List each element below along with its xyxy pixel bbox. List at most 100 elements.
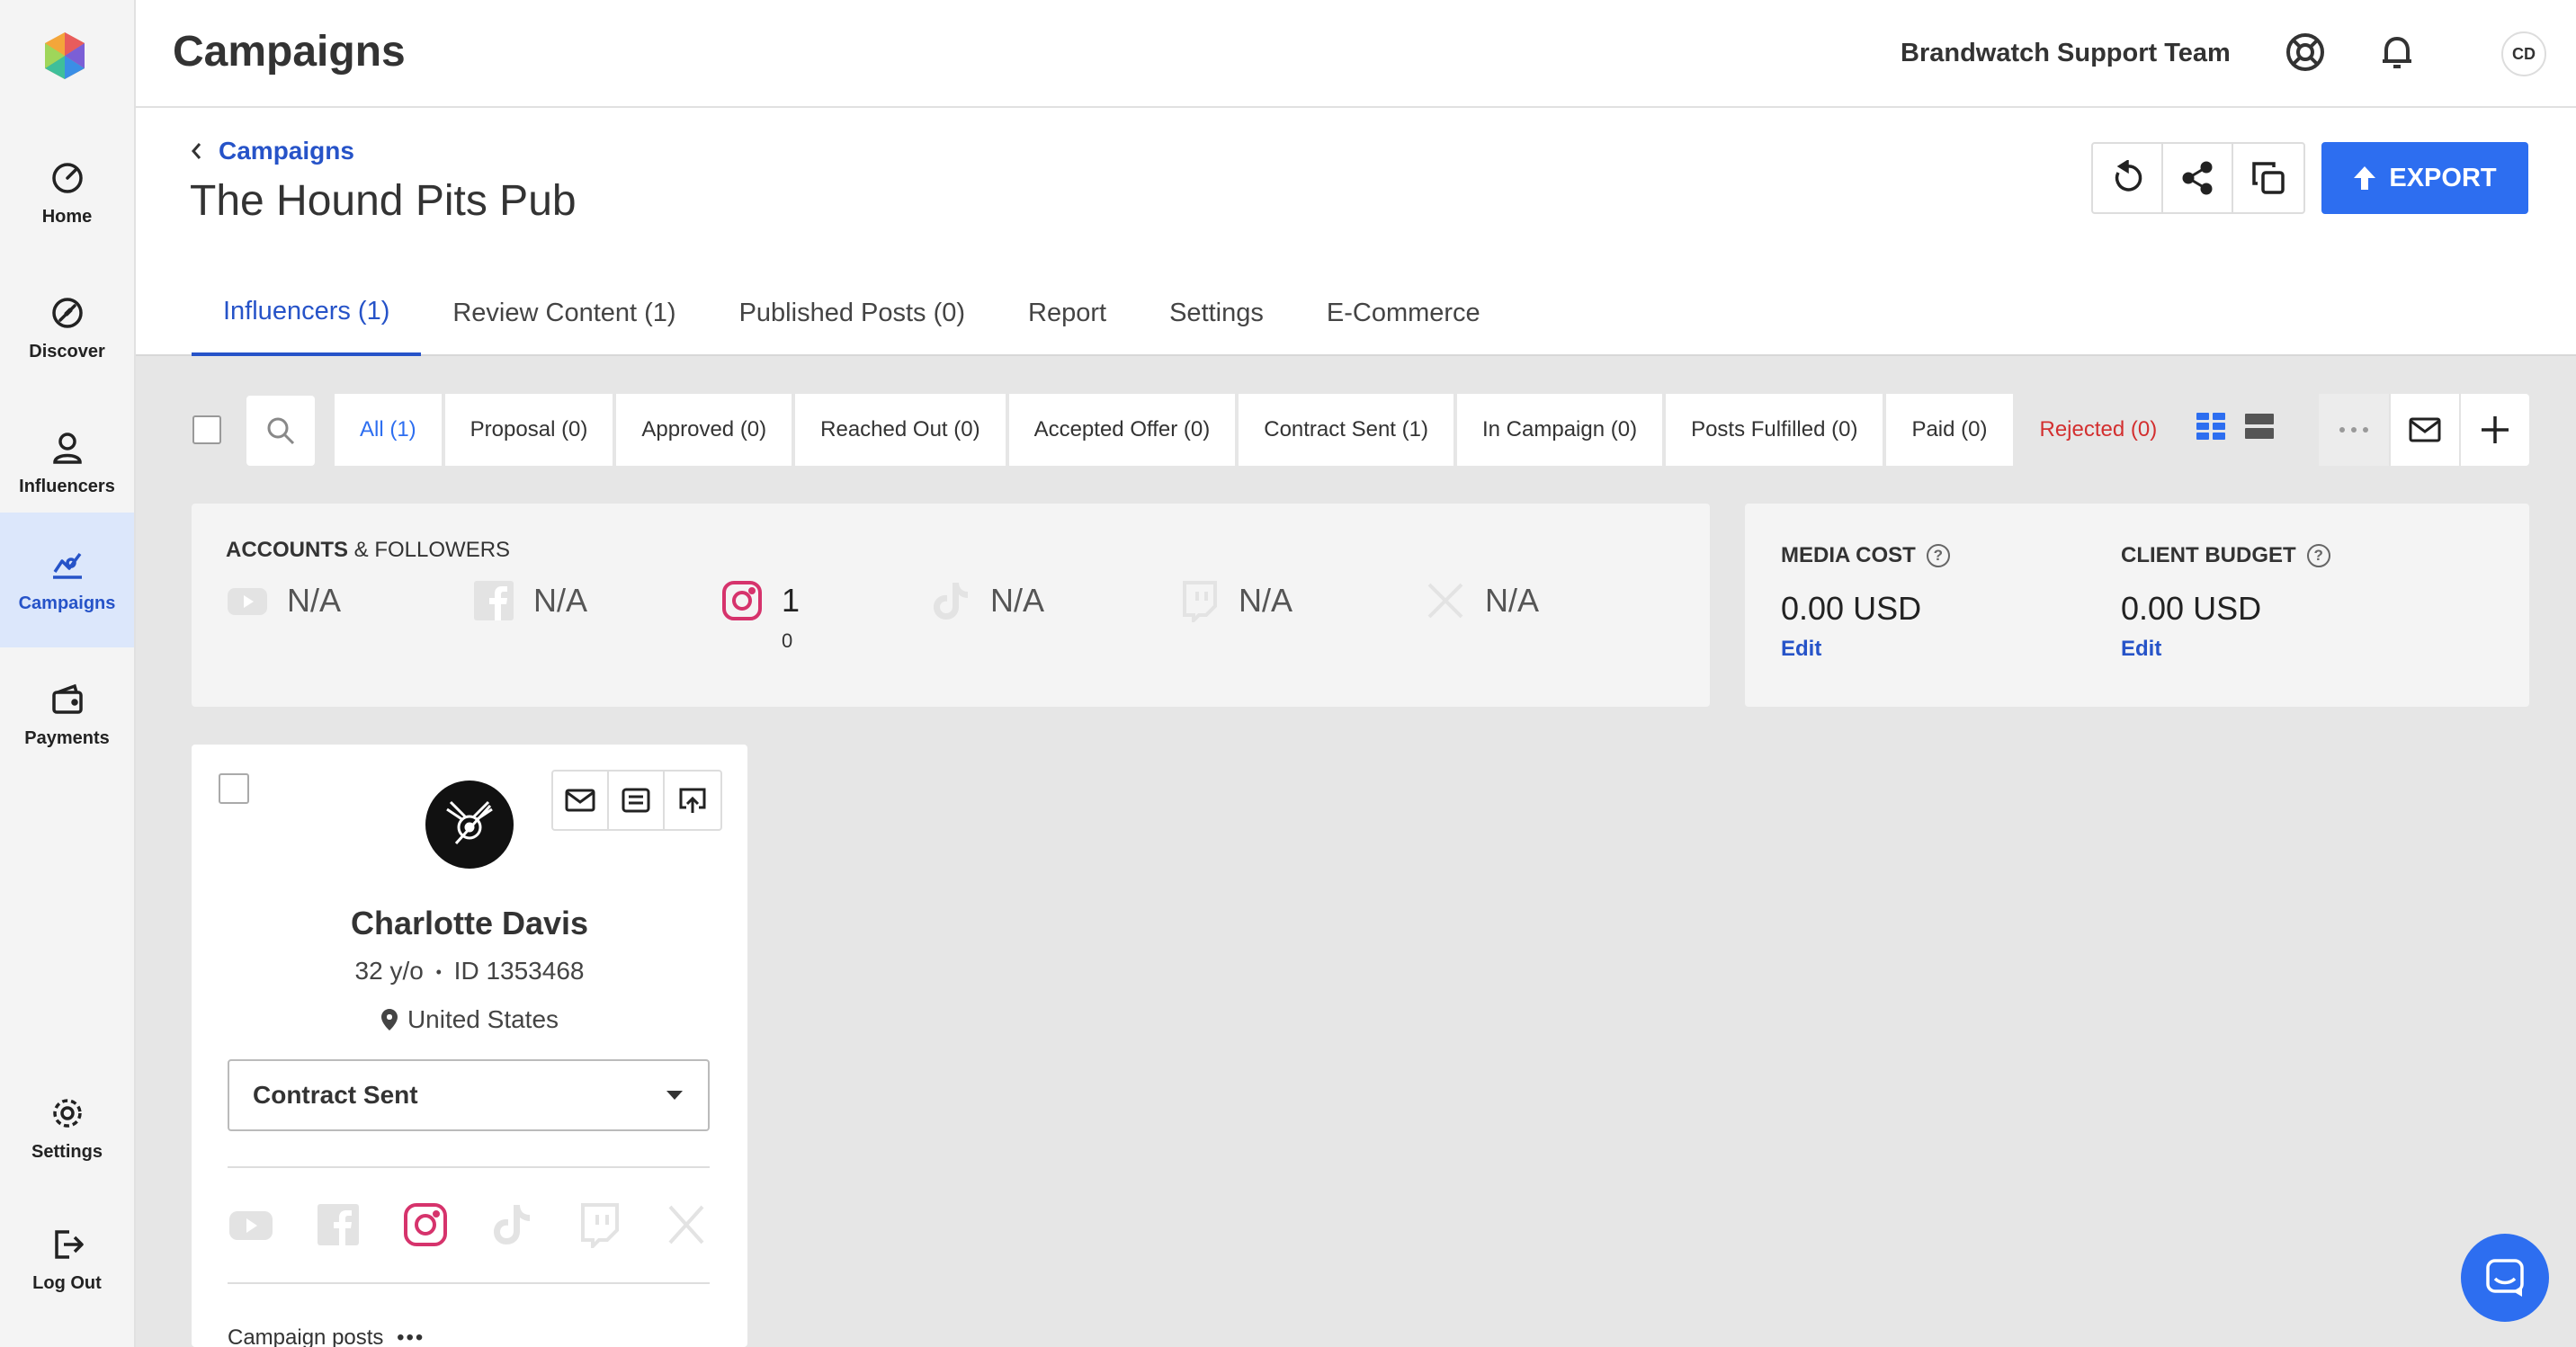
duplicate-button[interactable] — [2233, 144, 2303, 212]
notes-button[interactable] — [609, 772, 665, 829]
view-toggle — [2195, 410, 2276, 442]
stage-contract-sent[interactable]: Contract Sent (1) — [1239, 394, 1453, 466]
more-options-button[interactable] — [2319, 394, 2389, 466]
note-icon — [622, 788, 650, 813]
account-value: N/A — [1485, 582, 1540, 619]
influencer-select-checkbox[interactable] — [219, 773, 249, 804]
account-instagram: 1 0 — [720, 579, 800, 652]
chat-icon — [2486, 1259, 2524, 1297]
influencer-age: 32 y/o — [354, 957, 424, 985]
list-view-icon[interactable] — [2243, 410, 2276, 442]
stage-proposal[interactable]: Proposal (0) — [444, 394, 613, 466]
home-gauge-icon — [51, 162, 83, 193]
select-all-checkbox[interactable] — [192, 415, 221, 444]
accounts-heading-rest: & FOLLOWERS — [348, 538, 511, 562]
tab-settings[interactable]: Settings — [1138, 270, 1295, 356]
search-button[interactable] — [246, 396, 315, 466]
tab-influencers[interactable]: Influencers (1) — [192, 270, 422, 356]
export-button[interactable]: EXPORT — [2321, 142, 2528, 214]
stage-in-campaign[interactable]: In Campaign (0) — [1456, 394, 1663, 466]
sidebar-item-discover[interactable]: Discover — [0, 261, 134, 396]
account-value: N/A — [990, 582, 1045, 619]
bulk-email-button[interactable] — [2389, 394, 2459, 466]
location-pin-icon — [380, 1009, 398, 1030]
stage-approved[interactable]: Approved (0) — [616, 394, 792, 466]
influencer-location: United States — [192, 1005, 747, 1034]
account-facebook: N/A — [472, 579, 587, 622]
chat-support-button[interactable] — [2461, 1234, 2549, 1322]
email-influencer-button[interactable] — [553, 772, 609, 829]
mail-icon — [565, 789, 595, 812]
discover-icon — [51, 297, 83, 328]
tiktok-icon[interactable] — [488, 1201, 535, 1248]
stage-reached-out[interactable]: Reached Out (0) — [795, 394, 1006, 466]
breadcrumb-link[interactable]: Campaigns — [219, 137, 354, 165]
user-avatar[interactable]: CD — [2501, 31, 2546, 76]
stage-rejected[interactable]: Rejected (0) — [2017, 394, 2170, 466]
instagram-icon[interactable] — [402, 1201, 449, 1248]
help-icon[interactable]: ? — [1926, 544, 1950, 567]
tab-published-posts[interactable]: Published Posts (0) — [708, 270, 997, 356]
twitch-icon — [1183, 581, 1217, 622]
app-logo[interactable] — [41, 31, 88, 81]
sidebar-item-label: Settings — [31, 1141, 103, 1162]
account-value: N/A — [1239, 582, 1293, 619]
client-budget-edit-link[interactable]: Edit — [2121, 637, 2330, 662]
instagram-icon — [722, 581, 762, 620]
influencer-card[interactable]: Charlotte Davis 32 y/o • ID 1353468 Unit… — [192, 745, 747, 1347]
add-influencer-button[interactable] — [2459, 394, 2529, 466]
x-icon[interactable] — [663, 1201, 710, 1248]
stage-accepted-offer[interactable]: Accepted Offer (0) — [1008, 394, 1236, 466]
account-value: N/A — [533, 582, 588, 619]
tab-review-content[interactable]: Review Content (1) — [421, 270, 707, 356]
campaign-posts-menu[interactable]: ••• — [397, 1325, 425, 1347]
location-label: United States — [407, 1005, 559, 1033]
avatar-emblem-icon — [446, 800, 493, 845]
send-content-button[interactable] — [665, 772, 720, 829]
influencer-avatar[interactable] — [425, 781, 514, 869]
breadcrumb[interactable]: Campaigns — [190, 137, 354, 165]
client-budget-label-row: CLIENT BUDGET ? — [2121, 543, 2330, 568]
sidebar-item-logout[interactable]: Log Out — [0, 1192, 134, 1327]
stage-dropdown-value: Contract Sent — [253, 1081, 418, 1109]
team-selector[interactable]: Brandwatch Support Team — [1901, 39, 2231, 68]
card-divider — [228, 1166, 710, 1168]
stage-all[interactable]: All (1) — [335, 394, 442, 466]
sidebar-item-campaigns[interactable]: Campaigns — [0, 513, 134, 647]
sidebar-item-label: Influencers — [19, 476, 115, 496]
sidebar-item-payments[interactable]: Payments — [0, 647, 134, 782]
tab-report[interactable]: Report — [997, 270, 1138, 356]
share-button[interactable] — [2163, 144, 2233, 212]
media-cost-label: MEDIA COST — [1781, 543, 1916, 567]
facebook-icon[interactable] — [315, 1201, 362, 1248]
media-cost-label-row: MEDIA COST ? — [1781, 543, 1950, 568]
twitch-icon[interactable] — [576, 1201, 622, 1248]
sidebar-item-settings[interactable]: Settings — [0, 1061, 134, 1196]
youtube-icon[interactable] — [228, 1201, 274, 1248]
sidebar-item-label: Discover — [29, 341, 105, 361]
gear-icon — [52, 1098, 82, 1128]
plus-icon — [2482, 416, 2509, 443]
stage-dropdown[interactable]: Contract Sent — [228, 1059, 710, 1131]
media-cost-edit-link[interactable]: Edit — [1781, 637, 1950, 662]
sidebar-item-influencers[interactable]: Influencers — [0, 396, 134, 531]
influencer-socials — [228, 1201, 710, 1248]
grid-view-icon[interactable] — [2195, 410, 2227, 442]
sidebar: Home Discover Influencers Campaigns Paym… — [0, 0, 136, 1347]
sidebar-item-home[interactable]: Home — [0, 126, 134, 261]
search-icon — [267, 417, 295, 445]
help-icon[interactable]: ? — [2306, 544, 2330, 567]
accounts-heading: ACCOUNTS & FOLLOWERS — [226, 538, 510, 563]
tab-e-commerce[interactable]: E-Commerce — [1295, 270, 1512, 356]
refresh-button[interactable] — [2093, 144, 2163, 212]
client-budget-label: CLIENT BUDGET — [2121, 543, 2296, 567]
tiktok-icon — [934, 583, 968, 620]
help-lifebuoy-icon[interactable] — [2284, 31, 2327, 74]
stage-posts-fulfilled[interactable]: Posts Fulfilled (0) — [1666, 394, 1883, 466]
app-title: Campaigns — [173, 28, 406, 76]
x-icon — [1427, 583, 1463, 619]
account-youtube: N/A — [226, 579, 341, 622]
bell-icon[interactable] — [2375, 31, 2419, 74]
stage-paid[interactable]: Paid (0) — [1886, 394, 2013, 466]
influencer-name[interactable]: Charlotte Davis — [192, 905, 747, 942]
